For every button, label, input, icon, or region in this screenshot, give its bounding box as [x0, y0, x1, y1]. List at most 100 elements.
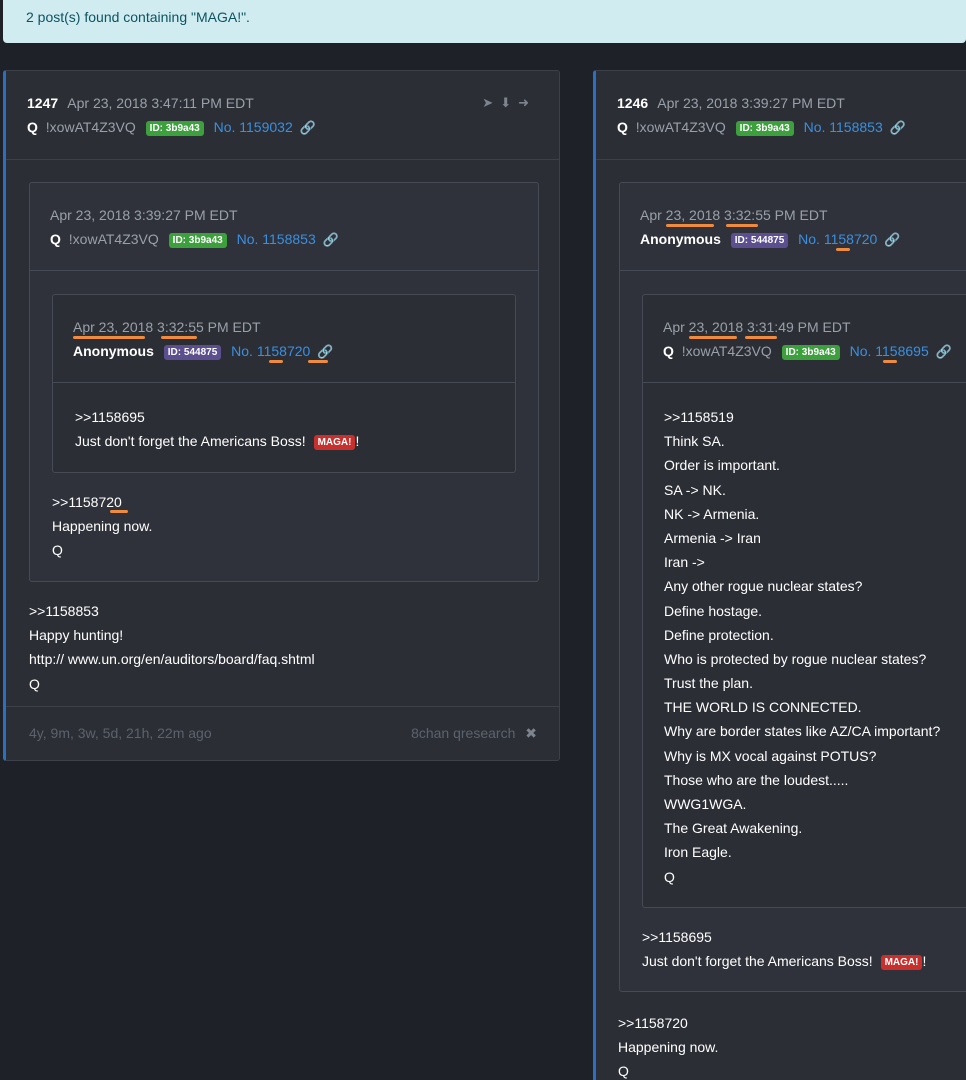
post-line: >>1158695 — [75, 409, 145, 425]
share-icon[interactable]: ➤ — [482, 95, 500, 110]
maga-badge: MAGA! — [313, 435, 356, 451]
post-actions: ➤⬇➜ — [482, 95, 536, 111]
post-line: Q — [29, 675, 40, 692]
post-author: Q — [617, 119, 628, 135]
post-number: 1246 — [617, 95, 649, 111]
id-badge: ID: 544875 — [730, 233, 789, 248]
search-result-text: 2 post(s) found containing "MAGA!". — [26, 9, 250, 25]
post-number-link[interactable]: No. 1159032 — [214, 119, 293, 135]
post-line: THE WORLD IS CONNECTED. — [664, 699, 862, 716]
highlight-mark — [110, 510, 128, 513]
post-line: Why is MX vocal against POTUS? — [664, 747, 877, 764]
post-line: >>1158519 — [664, 409, 734, 425]
post-line: WWG1WGA. — [664, 796, 747, 812]
post-number: 1247 — [27, 95, 59, 111]
id-badge: ID: 3b9a43 — [145, 121, 204, 136]
post-line: Iron Eagle. — [664, 844, 732, 861]
post-line: Order is important. — [664, 457, 780, 474]
link-icon[interactable]: 🔗 — [317, 344, 333, 359]
nested-post-body: >>1158519 Think SA. Order is important. … — [664, 405, 940, 889]
post-line: Think SA. — [664, 433, 725, 450]
id-badge: ID: 3b9a43 — [781, 345, 840, 360]
post-line: Q — [52, 542, 63, 559]
post-line: >>1158695 — [642, 929, 712, 945]
post-card: 1247 Apr 23, 2018 3:47:11 PM EDT Q !xowA… — [3, 70, 560, 761]
quoted-post-date: Apr 23, 2018 3:32:55 PM EDT — [640, 207, 828, 223]
post-line: Happy hunting! — [29, 627, 124, 644]
id-badge: ID: 3b9a43 — [168, 233, 227, 248]
post-tripcode: !xowAT4Z3VQ — [635, 119, 726, 135]
nested-quoted-post-header: Apr 23, 2018 3:32:55 PM EDT Anonymous ID… — [53, 295, 515, 383]
post-footer: 4y, 9m, 3w, 5d, 21h, 22m ago 8chan qrese… — [6, 706, 559, 760]
post-number-link[interactable]: No. 1158853 — [804, 119, 883, 135]
post-date: Apr 23, 2018 3:47:11 PM EDT — [67, 95, 254, 111]
nested-post-author: Q — [663, 343, 674, 359]
post-line: Those who are the loudest..... — [664, 771, 849, 788]
nested-quoted-post: Apr 23, 2018 3:32:55 PM EDT Anonymous ID… — [52, 294, 516, 473]
highlight-mark — [666, 224, 714, 227]
post-body: >>1158853 Happy hunting! http:// www.un.… — [29, 599, 315, 696]
post-line: The Great Awakening. — [664, 820, 803, 837]
nested-quoted-post: Apr 23, 2018 3:31:49 PM EDT Q !xowAT4Z3V… — [642, 294, 966, 908]
highlight-mark — [726, 224, 758, 227]
maga-badge: MAGA! — [880, 955, 923, 971]
post-line: Define protection. — [664, 626, 774, 643]
nested-post-date: Apr 23, 2018 3:32:55 PM EDT — [73, 319, 261, 335]
quoted-post: Apr 23, 2018 3:32:55 PM EDT Anonymous ID… — [619, 182, 966, 992]
post-number-link[interactable]: No. 1158695 — [850, 343, 929, 359]
post-line: Define hostage. — [664, 602, 763, 619]
post-line: >>1158853 — [29, 603, 99, 619]
close-circle-icon[interactable]: ✖ — [525, 725, 537, 741]
post-line: http:// www.un.org/en/auditors/board/faq… — [29, 651, 315, 668]
post-card: 1246 Apr 23, 2018 3:39:27 PM EDT Q !xowA… — [593, 70, 966, 1080]
post-number-link[interactable]: No. 1158720 — [231, 343, 310, 359]
nested-post-date: Apr 23, 2018 3:31:49 PM EDT — [663, 319, 851, 335]
quoted-post-body: >>1158720 Happening now. Q — [52, 490, 152, 563]
quoted-post-body: >>1158695 Just don't forget the American… — [642, 925, 926, 973]
post-header: 1247 Apr 23, 2018 3:47:11 PM EDT Q !xowA… — [6, 71, 559, 160]
post-line: Who is protected by rogue nuclear states… — [664, 650, 927, 667]
link-icon[interactable]: 🔗 — [300, 120, 316, 135]
post-line: Just don't forget the Americans Boss! MA… — [642, 953, 927, 971]
post-line: Q — [664, 868, 675, 885]
quoted-post-tripcode: !xowAT4Z3VQ — [68, 231, 159, 247]
post-number-link[interactable]: No. 1158720 — [798, 231, 877, 247]
highlight-mark — [689, 336, 737, 339]
post-line: >>1158720 — [52, 494, 122, 510]
nested-post-tripcode: !xowAT4Z3VQ — [681, 343, 772, 359]
post-line: Any other rogue nuclear states? — [664, 578, 863, 595]
post-line: Q — [618, 1063, 629, 1080]
highlight-mark — [745, 336, 777, 339]
post-line: Just don't forget the Americans Boss! MA… — [75, 433, 360, 451]
post-line: Trust the plan. — [664, 675, 753, 692]
link-icon[interactable]: 🔗 — [884, 232, 900, 247]
quoted-post: Apr 23, 2018 3:39:27 PM EDT Q !xowAT4Z3V… — [29, 182, 539, 582]
post-date: Apr 23, 2018 3:39:27 PM EDT — [657, 95, 845, 111]
link-icon[interactable]: 🔗 — [323, 232, 339, 247]
post-author: Q — [27, 119, 38, 135]
post-source: 8chan qresearch ✖ — [411, 725, 537, 741]
post-body: >>1158720 Happening now. Q — [618, 1011, 718, 1080]
highlight-mark — [308, 360, 328, 363]
nested-post-body: >>1158695 Just don't forget the American… — [75, 405, 359, 453]
download-icon[interactable]: ⬇ — [500, 95, 518, 110]
post-line: Armenia -> Iran — [664, 529, 761, 546]
post-header: 1246 Apr 23, 2018 3:39:27 PM EDT Q !xowA… — [596, 71, 966, 160]
highlight-mark — [883, 360, 897, 363]
id-badge: ID: 3b9a43 — [735, 121, 794, 136]
post-line: Why are border states like AZ/CA importa… — [664, 723, 941, 740]
post-number-link[interactable]: No. 1158853 — [237, 231, 316, 247]
highlight-mark — [836, 248, 850, 251]
quoted-post-author: Anonymous — [640, 231, 721, 247]
post-line: SA -> NK. — [664, 481, 726, 498]
post-age: 4y, 9m, 3w, 5d, 21h, 22m ago — [29, 725, 212, 741]
quoted-post-author: Q — [50, 231, 61, 247]
post-line: Happening now. — [618, 1039, 719, 1056]
quoted-post-date: Apr 23, 2018 3:39:27 PM EDT — [50, 207, 238, 223]
link-icon[interactable]: 🔗 — [936, 344, 952, 359]
nested-quoted-post-header: Apr 23, 2018 3:31:49 PM EDT Q !xowAT4Z3V… — [643, 295, 966, 383]
link-icon[interactable]: 🔗 — [890, 120, 906, 135]
post-line: Iran -> — [664, 554, 705, 571]
arrow-right-circle-icon[interactable]: ➜ — [518, 95, 536, 110]
quoted-post-header: Apr 23, 2018 3:39:27 PM EDT Q !xowAT4Z3V… — [30, 183, 538, 271]
